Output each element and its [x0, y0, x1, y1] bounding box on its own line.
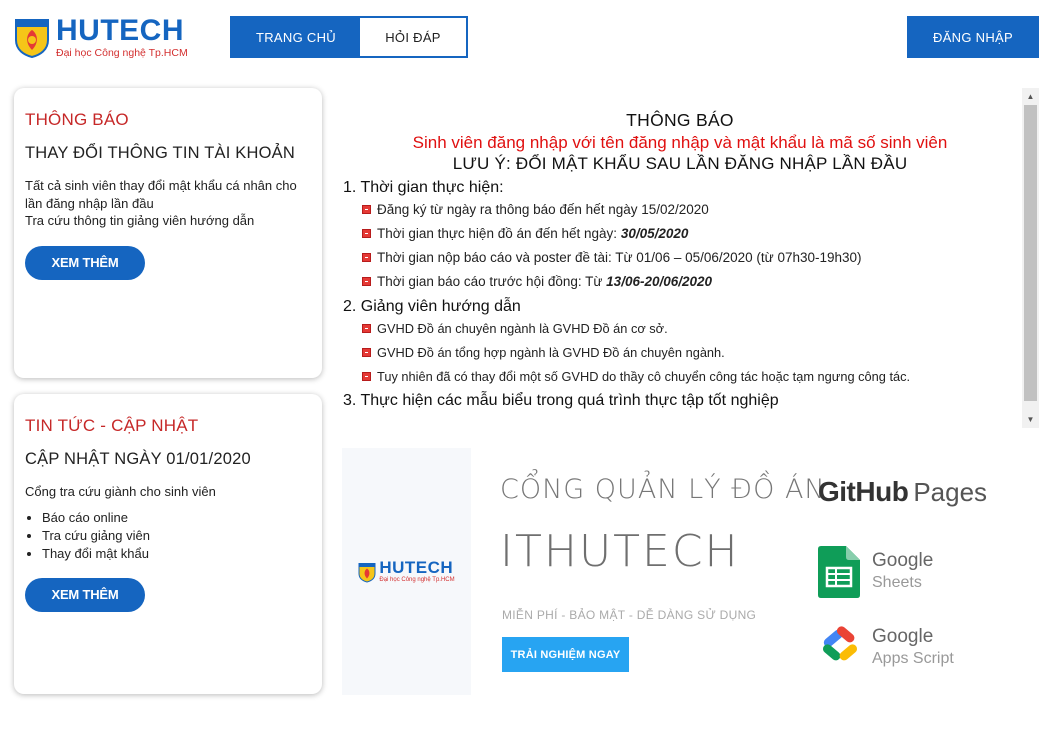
- section-title: 3. Thực hiện các mẫu biểu trong quá trìn…: [343, 392, 779, 409]
- login-button[interactable]: ĐĂNG NHẬP: [907, 16, 1039, 58]
- card-text: Cổng tra cứu giành cho sinh viên: [25, 484, 216, 499]
- news-card: TIN TỨC - CẬP NHẬT CẬP NHẬT NGÀY 01/01/2…: [14, 394, 322, 694]
- notice-scrollbar[interactable]: ▲ ▼: [1022, 88, 1039, 428]
- section-title: 2. Giảng viên hướng dẫn: [343, 298, 521, 315]
- apps-script-icon: [818, 622, 860, 674]
- shield-logo-icon: [14, 16, 50, 59]
- banner-hutech-logo: HUTECH Đại học Công nghệ Tp.HCM: [358, 558, 455, 584]
- notice-panel[interactable]: THÔNG BÁO Sinh viên đăng nhập với tên đă…: [340, 88, 1040, 428]
- logo-wordmark: HUTECH: [379, 558, 454, 577]
- list-item: Thời gian báo cáo trước hội đồng: Từ 13/…: [362, 269, 1020, 293]
- hutech-logo[interactable]: HUTECH Đại học Công nghệ Tp.HCM: [14, 12, 189, 62]
- list-item: Tra cứu giảng viên: [42, 527, 311, 545]
- list-item: Báo cáo online: [42, 509, 311, 527]
- nav-hoi-dap[interactable]: HỎI ĐÁP: [360, 18, 466, 56]
- list-item: Thay đổi mật khẩu: [42, 545, 311, 563]
- bullet-icon: [362, 252, 371, 262]
- see-more-button[interactable]: XEM THÊM: [25, 245, 145, 280]
- nav-trang-chu[interactable]: TRANG CHỦ: [232, 18, 360, 56]
- list-item: GVHD Đồ án chuyên ngành là GVHD Đồ án cơ…: [362, 316, 1020, 340]
- list-item: Đăng ký từ ngày ra thông báo đến hết ngà…: [362, 197, 1020, 221]
- card-text: Tra cứu thông tin giảng viên hướng dẫn: [25, 213, 255, 228]
- banner-title: CỔNG QUẢN LÝ ĐỒ ÁN: [500, 474, 826, 505]
- list-item: Thời gian thực hiện đồ án đến hết ngày: …: [362, 221, 1020, 245]
- card-title: THAY ĐỔI THÔNG TIN TÀI KHOẢN: [25, 144, 295, 162]
- card-title: CẬP NHẬT NGÀY 01/01/2020: [25, 450, 251, 468]
- bullet-icon: [362, 371, 371, 381]
- notice-title: THÔNG BÁO: [626, 110, 734, 130]
- bullet-icon: [362, 204, 371, 214]
- see-more-button[interactable]: XEM THÊM: [25, 577, 145, 612]
- announcement-card: THÔNG BÁO THAY ĐỔI THÔNG TIN TÀI KHOẢN T…: [14, 88, 322, 378]
- shield-logo-icon: [358, 561, 376, 583]
- list-item: Thời gian nộp báo cáo và poster đề tài: …: [362, 245, 1020, 269]
- bullet-icon: [362, 323, 371, 333]
- banner-brand: ITHUTECH: [500, 526, 740, 577]
- logo-subtitle: Đại học Công nghệ Tp.HCM: [379, 577, 455, 583]
- scrollbar-thumb[interactable]: [1024, 105, 1037, 401]
- logo-subtitle: Đại học Công nghệ Tp.HCM: [56, 46, 188, 59]
- main-nav: TRANG CHỦ HỎI ĐÁP: [230, 16, 468, 58]
- scroll-up-icon[interactable]: ▲: [1022, 88, 1039, 105]
- card-text: Tất cả sinh viên thay đổi mật khẩu cá nh…: [25, 178, 297, 211]
- banner-tagline: MIỄN PHÍ - BẢO MẬT - DỄ DÀNG SỬ DỤNG: [502, 608, 757, 622]
- feature-list: Báo cáo online Tra cứu giảng viên Thay đ…: [42, 509, 311, 563]
- banner-logo-panel: HUTECH Đại học Công nghệ Tp.HCM: [342, 448, 471, 695]
- scroll-down-icon[interactable]: ▼: [1022, 411, 1039, 428]
- section-title: 1. Thời gian thực hiện:: [343, 179, 504, 196]
- try-now-button[interactable]: TRẢI NGHIỆM NGAY: [502, 637, 629, 672]
- bullet-icon: [362, 276, 371, 286]
- bullet-icon: [362, 347, 371, 357]
- bullet-icon: [362, 228, 371, 238]
- google-apps-script-logo: Google Apps Script: [818, 622, 954, 674]
- notice-login-info: Sinh viên đăng nhập với tên đăng nhập và…: [412, 133, 948, 152]
- github-pages-logo: GitHub Pages: [818, 476, 988, 507]
- card-heading: THÔNG BÁO: [25, 110, 129, 129]
- logo-wordmark: HUTECH: [56, 13, 184, 47]
- card-heading: TIN TỨC - CẬP NHẬT: [25, 416, 199, 435]
- promo-banner[interactable]: HUTECH Đại học Công nghệ Tp.HCM CỔNG QUẢ…: [342, 448, 1042, 695]
- google-sheets-logo: Google Sheets: [818, 546, 933, 598]
- google-sheets-icon: [818, 546, 860, 598]
- list-item: GVHD Đồ án tổng hợp ngành là GVHD Đồ án …: [362, 340, 1020, 364]
- notice-note: LƯU Ý: ĐỔI MẬT KHẨU SAU LẦN ĐĂNG NHẬP LẦ…: [452, 154, 908, 173]
- list-item: Tuy nhiên đã có thay đổi một số GVHD do …: [362, 364, 1020, 388]
